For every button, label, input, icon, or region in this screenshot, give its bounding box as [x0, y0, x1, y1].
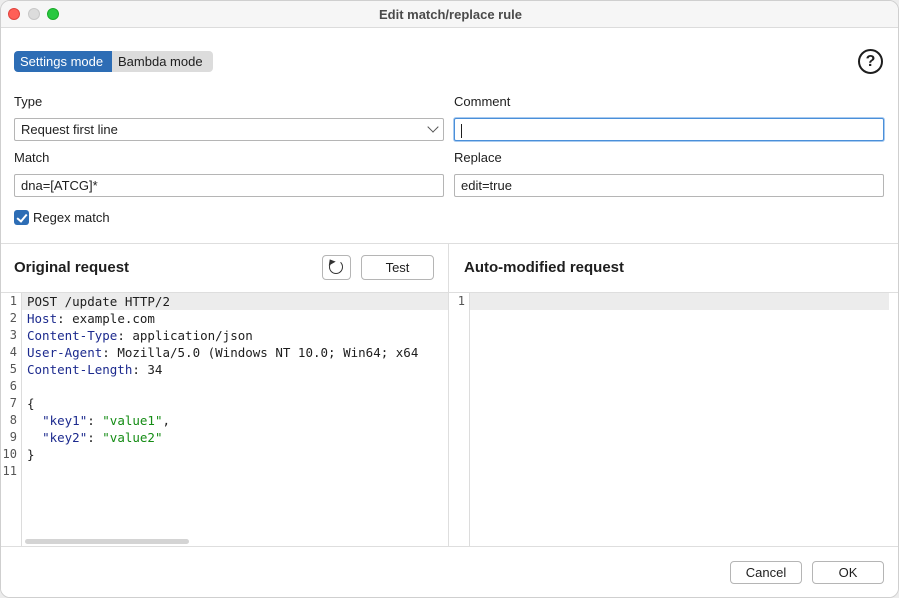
code-line: { [27, 396, 35, 411]
match-input-value: dna=[ATCG]* [21, 178, 98, 193]
line-number: 11 [2, 464, 17, 478]
code-line: Host: example.com [27, 311, 155, 326]
replace-label: Replace [454, 150, 502, 165]
line-number: 5 [9, 362, 17, 376]
line-number: 10 [2, 447, 17, 461]
help-icon[interactable]: ? [858, 49, 883, 74]
line-number: 9 [9, 430, 17, 444]
original-request-editor[interactable]: 1 2 3 4 5 6 7 8 9 10 11 POST /update HTT… [1, 293, 448, 546]
chevron-down-icon [427, 121, 439, 133]
window-title: Edit match/replace rule [378, 7, 523, 22]
test-button[interactable]: Test [361, 255, 434, 280]
cancel-button[interactable]: Cancel [730, 561, 802, 584]
code-line: User-Agent: Mozilla/5.0 (Windows NT 10.0… [27, 345, 419, 360]
modified-code [470, 293, 889, 310]
title-bar: Edit match/replace rule [1, 1, 898, 28]
reset-icon [329, 260, 343, 274]
ok-button[interactable]: OK [812, 561, 884, 584]
replace-input[interactable]: edit=true [454, 174, 884, 197]
line-number: 3 [9, 328, 17, 342]
type-select[interactable]: Request first line [14, 118, 444, 141]
line-number: 1 [9, 294, 17, 308]
replace-input-value: edit=true [461, 178, 512, 193]
comment-input[interactable] [454, 118, 884, 141]
code-line: "key1": "value1", [42, 413, 171, 428]
code-line: } [27, 447, 35, 462]
line-number: 6 [9, 379, 17, 393]
line-number-gutter: 1 [449, 293, 470, 546]
modified-request-title: Auto-modified request [464, 259, 624, 276]
code-line [470, 293, 889, 310]
dialog-window: Edit match/replace rule Settings mode Ba… [0, 0, 899, 598]
horizontal-scrollbar[interactable] [25, 539, 189, 544]
text-caret [461, 123, 462, 138]
section-divider [1, 243, 898, 244]
code-line: "key2": "value2" [42, 430, 163, 445]
footer: Cancel OK [1, 547, 898, 597]
line-number: 8 [9, 413, 17, 427]
line-number: 4 [9, 345, 17, 359]
settings-mode-button[interactable]: Settings mode [14, 51, 112, 72]
reset-button[interactable] [322, 255, 351, 280]
original-request-title: Original request [14, 259, 130, 276]
type-select-value: Request first line [21, 122, 118, 137]
match-label: Match [14, 150, 50, 165]
code-line: Content-Type: application/json [27, 328, 253, 343]
code-line: POST /update HTTP/2 [22, 293, 448, 310]
mode-toggle: Settings mode Bambda mode [14, 51, 213, 72]
bambda-mode-button[interactable]: Bambda mode [112, 51, 213, 72]
regex-match-checkbox[interactable] [14, 210, 29, 225]
request-code: POST /update HTTP/2 Host: example.com Cont… [22, 293, 448, 480]
modified-request-editor[interactable]: 1 [449, 293, 889, 546]
regex-match-label[interactable]: Regex match [33, 210, 110, 225]
type-label: Type [14, 94, 43, 109]
line-number: 7 [9, 396, 17, 410]
line-number: 2 [9, 311, 17, 325]
line-number-gutter: 1 2 3 4 5 6 7 8 9 10 11 [1, 293, 22, 546]
match-input[interactable]: dna=[ATCG]* [14, 174, 444, 197]
code-line: Content-Length: 34 [27, 362, 163, 377]
line-number: 1 [457, 294, 465, 308]
comment-label: Comment [454, 94, 511, 109]
